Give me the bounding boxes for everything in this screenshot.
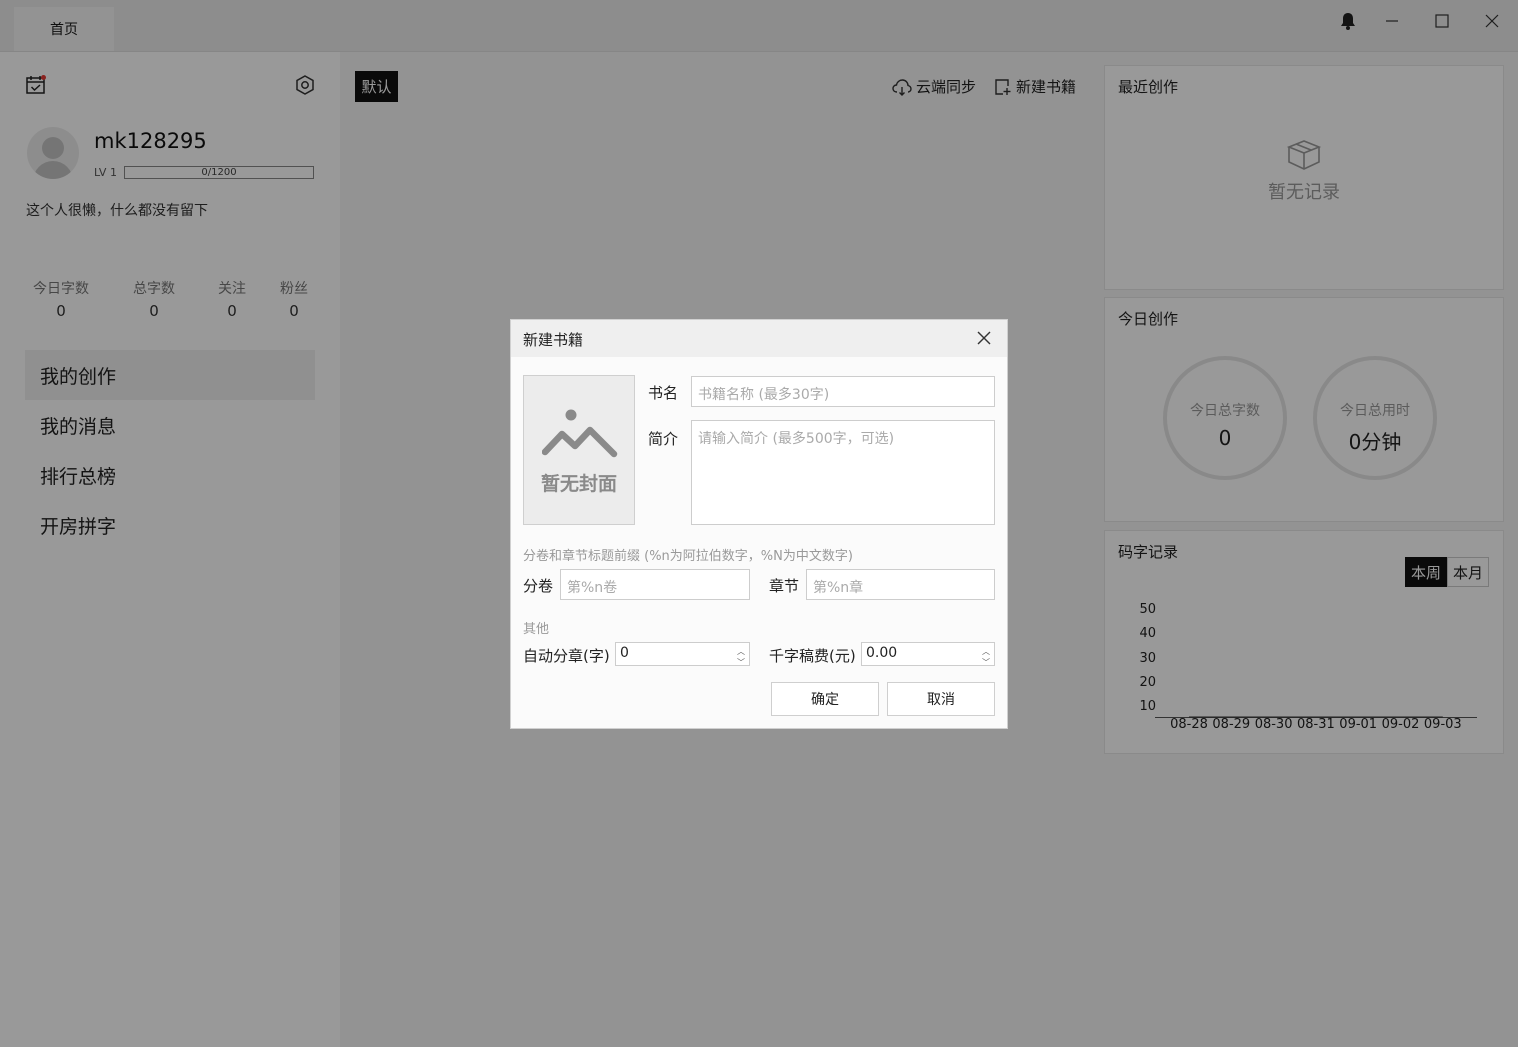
close-icon[interactable]: [973, 327, 995, 349]
intro-label: 简介: [648, 430, 679, 448]
book-name-label: 书名: [648, 384, 679, 402]
auto-split-value: 0: [620, 645, 629, 661]
chapter-label: 章节: [769, 577, 800, 595]
new-book-dialog: 新建书籍 暂无封面 书名 书籍名称 (最多30字) 简介 请输入简介 (最多50…: [510, 319, 1008, 729]
cancel-button[interactable]: 取消: [887, 682, 995, 716]
book-name-input[interactable]: 书籍名称 (最多30字): [691, 376, 995, 407]
fee-spinbox[interactable]: 0.00 ︿ ﹀: [861, 642, 995, 668]
fee-value: 0.00: [866, 645, 898, 661]
auto-split-spinbox[interactable]: 0 ︿ ﹀: [615, 642, 750, 668]
app-window: 首页 mk128295 LV 1 0/1200 这个人很懒，什么都没有留下 今日…: [0, 0, 1518, 1047]
dialog-title: 新建书籍: [523, 331, 584, 349]
volume-prefix-input[interactable]: 第%n卷: [560, 569, 750, 600]
cover-image-picker[interactable]: 暂无封面: [523, 375, 635, 525]
image-placeholder-icon: [541, 408, 618, 462]
fee-label: 千字稿费(元): [769, 647, 856, 665]
prefix-hint: 分卷和章节标题前缀 (%n为阿拉伯数字，%N为中文数字): [523, 549, 853, 564]
other-hint: 其他: [523, 622, 550, 637]
spin-arrows-icon[interactable]: ︿ ﹀: [737, 646, 745, 668]
confirm-button[interactable]: 确定: [771, 682, 879, 716]
cover-empty-text: 暂无封面: [540, 473, 617, 495]
dialog-header: 新建书籍: [511, 320, 1007, 357]
intro-textarea[interactable]: 请输入简介 (最多500字，可选): [691, 420, 995, 525]
volume-label: 分卷: [523, 577, 554, 595]
auto-split-label: 自动分章(字): [523, 647, 610, 665]
spin-arrows-icon[interactable]: ︿ ﹀: [982, 646, 990, 668]
chapter-prefix-input[interactable]: 第%n章: [806, 569, 995, 600]
